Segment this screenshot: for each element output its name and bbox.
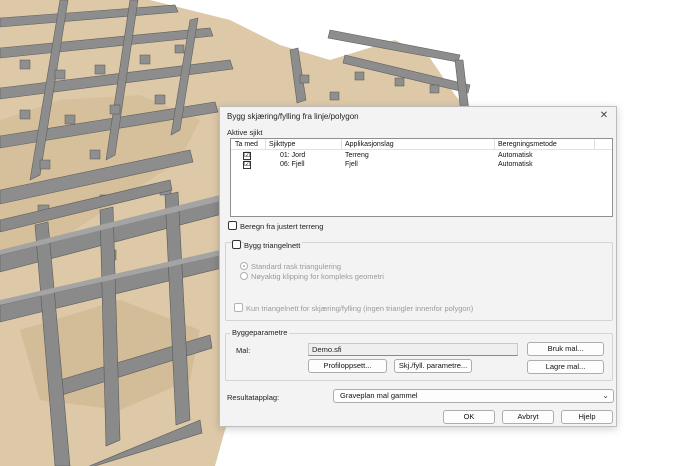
- adjusted-terrain-label[interactable]: Beregn fra justert terreng: [240, 222, 323, 231]
- table-row[interactable]: ☑ 01: Jord Terreng Automatisk: [231, 151, 612, 160]
- active-layers-label: Aktive sjikt: [227, 128, 263, 137]
- adjusted-terrain-checkbox[interactable]: [228, 221, 237, 230]
- build-cut-fill-dialog: Bygg skjæring/fylling fra linje/polygon …: [219, 106, 617, 427]
- calc-method-cell: Automatisk: [498, 161, 533, 168]
- column-separator: [494, 139, 495, 150]
- build-params-label: Byggeparametre: [230, 328, 290, 337]
- table-row[interactable]: ☑ 06: Fjell Fjell Automatisk: [231, 160, 612, 169]
- save-template-button[interactable]: Lagre mal...: [527, 360, 604, 374]
- column-app-layer[interactable]: Applikasjonslag: [345, 141, 394, 148]
- include-checkbox[interactable]: ☑: [243, 152, 251, 160]
- app-layer-cell: Fjell: [345, 161, 358, 168]
- column-separator: [341, 139, 342, 150]
- chevron-down-icon: ⌄: [602, 391, 609, 400]
- column-calc-method[interactable]: Beregningsmetode: [498, 141, 557, 148]
- layer-type-cell: 06: Fjell: [280, 161, 305, 168]
- help-button[interactable]: Hjelp: [561, 410, 613, 424]
- radio-standard-triangulation[interactable]: [240, 262, 248, 270]
- list-header: Ta med Sjikttype Applikasjonslag Beregni…: [231, 139, 612, 150]
- active-layers-list[interactable]: Ta med Sjikttype Applikasjonslag Beregni…: [230, 138, 613, 217]
- build-triangle-checkbox[interactable]: [232, 240, 241, 249]
- cancel-button[interactable]: Avbryt: [502, 410, 554, 424]
- result-layer-value: Graveplan mal gammel: [340, 391, 418, 400]
- build-triangle-label[interactable]: Bygg triangelnett: [244, 241, 303, 250]
- only-triangle-checkbox[interactable]: [234, 303, 243, 312]
- column-separator: [265, 139, 266, 150]
- app-layer-cell: Terreng: [345, 152, 369, 159]
- column-separator: [594, 139, 595, 150]
- column-include[interactable]: Ta med: [235, 141, 258, 148]
- result-layer-select[interactable]: Graveplan mal gammel ⌄: [333, 389, 614, 403]
- radio-exact-clipping[interactable]: [240, 272, 248, 280]
- only-triangle-label[interactable]: Kun triangelnett for skjæring/fylling (i…: [246, 304, 473, 313]
- radio-standard-label[interactable]: Standard rask triangulering: [251, 262, 341, 271]
- dialog-title: Bygg skjæring/fylling fra linje/polygon: [227, 112, 359, 121]
- close-icon[interactable]: ✕: [598, 110, 610, 122]
- ok-button[interactable]: OK: [443, 410, 495, 424]
- calc-method-cell: Automatisk: [498, 152, 533, 159]
- result-layer-label: Resultatapplag:: [227, 393, 280, 402]
- layer-type-cell: 01: Jord: [280, 152, 306, 159]
- use-template-button[interactable]: Bruk mal...: [527, 342, 604, 356]
- profile-setup-button[interactable]: Profiloppsett...: [308, 359, 387, 373]
- radio-exact-label[interactable]: Nøyaktig klipping for kompleks geometri: [251, 272, 384, 281]
- column-layer-type[interactable]: Sjikttype: [269, 141, 295, 148]
- include-checkbox[interactable]: ☑: [243, 161, 251, 169]
- template-field[interactable]: Demo.sfi: [308, 343, 518, 356]
- dialog-titlebar[interactable]: Bygg skjæring/fylling fra linje/polygon …: [220, 107, 616, 125]
- template-label: Mal:: [236, 346, 251, 355]
- cut-fill-params-button[interactable]: Skj./fyll. parametre...: [394, 359, 472, 373]
